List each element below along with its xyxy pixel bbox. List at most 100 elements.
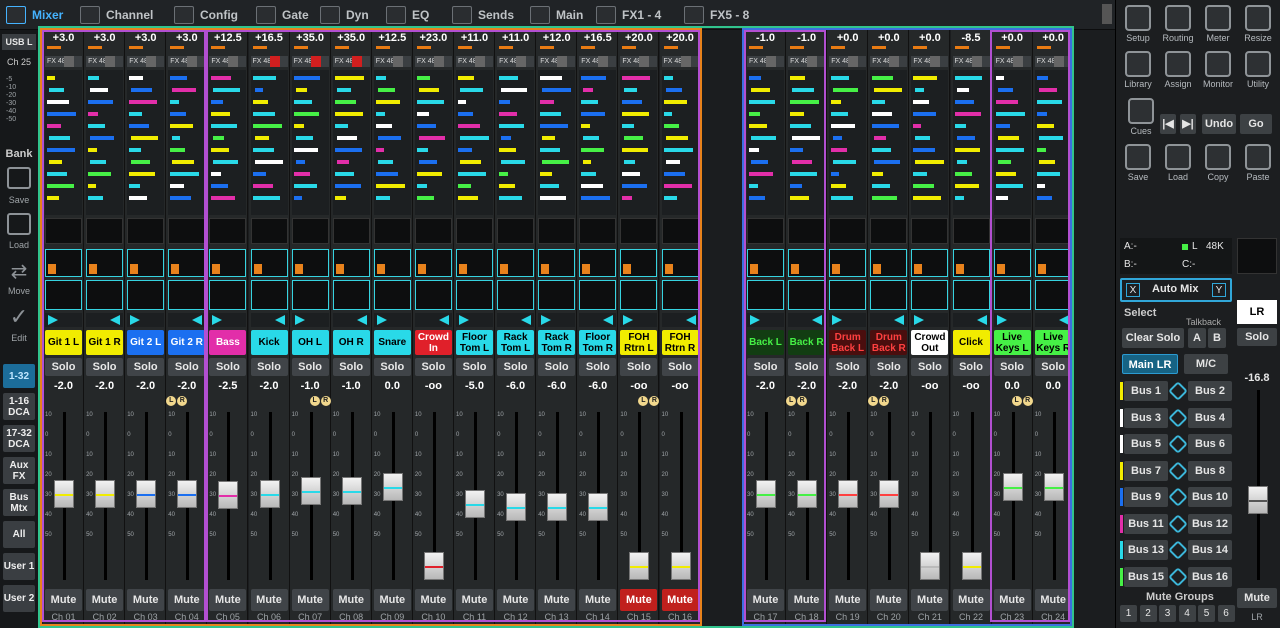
gain-value[interactable]: +0.0 [994,32,1031,44]
pan-indicator[interactable] [209,313,247,327]
eq-display[interactable] [870,249,908,277]
fader-cap[interactable] [506,493,527,521]
clear-solo-button[interactable]: Clear Solo [1122,328,1184,348]
gate-display[interactable] [456,218,493,244]
solo-button[interactable]: Solo [332,358,370,376]
channel-name[interactable]: OH R [332,330,370,355]
channel-name[interactable]: Bass [209,330,247,355]
gate-display[interactable] [870,218,908,244]
eq-display[interactable] [620,249,658,277]
solo-button[interactable]: Solo [414,358,452,376]
mute-button[interactable]: Mute [497,589,535,611]
sends-overview[interactable] [661,70,699,215]
library-button[interactable]: Library [1119,49,1157,93]
sends-overview[interactable] [414,70,452,215]
gate-display[interactable] [414,218,452,244]
resize-button[interactable]: Resize [1239,3,1277,47]
solo-button[interactable]: Solo [456,358,493,376]
mute-button[interactable]: Mute [250,589,288,611]
tab-mixer[interactable]: Mixer [6,0,63,29]
channel-name[interactable]: Crowd In [414,330,452,355]
gate-display[interactable] [829,218,867,244]
mute-button[interactable]: Mute [788,589,826,611]
eq-display[interactable] [747,249,784,277]
pan-indicator[interactable] [332,313,370,327]
fx-insert-row[interactable]: FX 48 [291,56,329,67]
mute-button[interactable]: Mute [911,589,949,611]
mute-button[interactable]: Mute [209,589,247,611]
pan-indicator[interactable] [168,313,206,327]
bus-link-icon[interactable] [1168,566,1188,587]
pan-indicator[interactable] [250,313,288,327]
eq-display[interactable] [538,249,576,277]
sends-overview[interactable] [1034,70,1072,215]
monitor-button[interactable]: Monitor [1199,49,1237,93]
next-cue-button[interactable]: ▶| [1180,114,1196,134]
paste-button[interactable]: Paste [1239,142,1277,186]
fx-insert-row[interactable]: FX 48 [373,56,411,67]
dyn-display[interactable] [168,280,206,310]
mute-button[interactable]: Mute [168,589,206,611]
lr-assign-badges[interactable]: LR [638,396,660,406]
fader-cap[interactable] [670,552,691,580]
fader-cap[interactable] [218,481,239,509]
bus-select-button[interactable]: Bus 9 [1120,487,1168,507]
bus-select-button[interactable]: Bus 4 [1188,407,1232,428]
eq-display[interactable] [127,249,165,277]
dyn-display[interactable] [1034,280,1072,310]
dyn-display[interactable] [829,280,867,310]
layer-17-32-dca[interactable]: 17-32 DCA [3,425,35,452]
tab-main[interactable]: Main [530,0,583,29]
load-button[interactable]: Load [1159,142,1197,186]
dyn-display[interactable] [414,280,452,310]
fader-cap[interactable] [341,477,362,505]
gain-value[interactable]: +11.0 [497,32,534,44]
gain-value[interactable]: +3.0 [127,32,164,44]
solo-button[interactable]: Solo [291,358,329,376]
sends-overview[interactable] [911,70,949,215]
fx-insert-row[interactable]: FX 48 [747,56,784,67]
sends-overview[interactable] [332,70,370,215]
sends-overview[interactable] [127,70,165,215]
gain-value[interactable]: -1.0 [788,32,825,44]
dyn-display[interactable] [86,280,124,310]
go-button[interactable]: Go [1240,114,1272,134]
dyn-display[interactable] [373,280,411,310]
sends-overview[interactable] [579,70,617,215]
mute-button[interactable]: Mute [45,589,82,611]
bus-select-button[interactable]: Bus 8 [1188,460,1232,481]
fader-cap[interactable] [1002,473,1023,501]
sends-overview[interactable] [620,70,658,215]
fader-cap[interactable] [797,480,818,508]
fader-cap[interactable] [629,552,650,580]
mute-button[interactable]: Mute [620,589,658,611]
gate-display[interactable] [1034,218,1072,244]
gain-value[interactable]: -1.0 [747,32,784,44]
channel-name[interactable]: Git 2 L [127,330,165,355]
gate-display[interactable] [86,218,124,244]
tab-gate[interactable]: Gate [256,0,309,29]
dyn-display[interactable] [620,280,658,310]
sends-overview[interactable] [168,70,206,215]
fader-cap[interactable] [756,480,776,508]
solo-button[interactable]: Solo [911,358,949,376]
eq-display[interactable] [911,249,949,277]
pan-indicator[interactable] [870,313,908,327]
pan-indicator[interactable] [456,313,493,327]
assign-button[interactable]: Assign [1159,49,1197,93]
channel-name[interactable]: Snare [373,330,411,355]
dyn-display[interactable] [993,280,1031,310]
sends-overview[interactable] [870,70,908,215]
gain-value[interactable]: +35.0 [333,32,370,44]
mute-button[interactable]: Mute [86,589,124,611]
eq-display[interactable] [332,249,370,277]
lr-assign-badges[interactable]: LR [166,396,188,406]
gate-display[interactable] [250,218,288,244]
solo-button[interactable]: Solo [250,358,288,376]
mc-button[interactable]: M/C [1184,354,1228,374]
eq-display[interactable] [291,249,329,277]
mute-button[interactable]: Mute [1034,589,1072,611]
solo-button[interactable]: Solo [168,358,206,376]
pan-indicator[interactable] [829,313,867,327]
gain-value[interactable]: +11.0 [456,32,493,44]
